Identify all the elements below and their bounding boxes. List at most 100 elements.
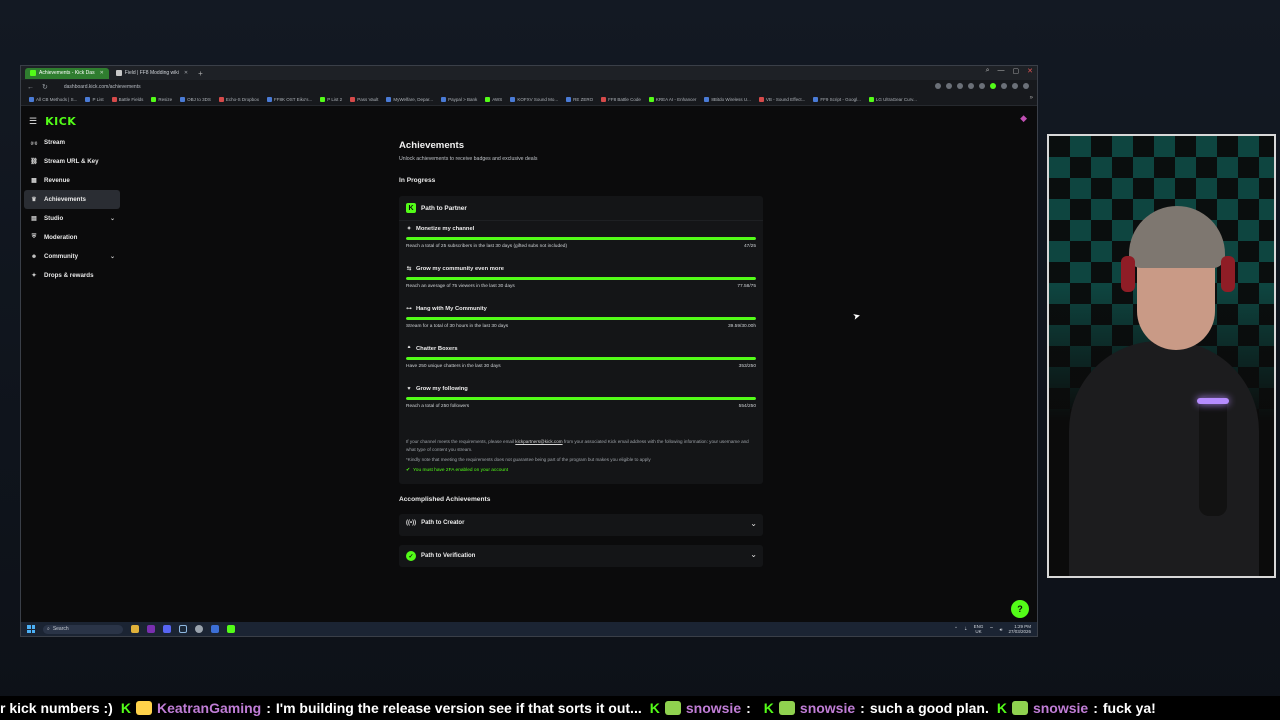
task-title: ⊶ Hang with My Community xyxy=(406,306,487,312)
maximize-icon[interactable]: ▢ xyxy=(1013,67,1020,75)
taskbar-search[interactable]: ⌕ Search xyxy=(43,624,123,634)
bookmark-item[interactable]: Battle Fields xyxy=(111,97,143,102)
chevron-down-icon[interactable]: ⌄ xyxy=(110,215,115,222)
extension-icon[interactable] xyxy=(957,83,963,89)
network-icon[interactable]: ⇣ xyxy=(964,626,968,632)
community-icon: ⇆ xyxy=(406,266,412,272)
windows-start-icon[interactable] xyxy=(27,625,35,633)
bookmark-item[interactable]: Resize xyxy=(151,97,172,102)
bookmark-item[interactable]: Paypal > Bank xyxy=(441,97,477,102)
chevron-down-icon[interactable]: ⌄ xyxy=(110,253,115,260)
discord-icon[interactable] xyxy=(163,625,171,633)
url-field[interactable]: dashboard.kick.com/achievements xyxy=(64,84,141,90)
back-icon[interactable]: ← xyxy=(27,84,34,91)
new-tab-icon[interactable]: + xyxy=(198,69,203,78)
partner-task: ❝ Chatter Boxers Have 250 unique chatters … xyxy=(406,346,756,378)
path-to-creator-card[interactable]: ((•)) Path to Creator ⌄ xyxy=(399,514,763,536)
task-title: ❝ Chatter Boxers xyxy=(406,346,458,352)
progress-bar xyxy=(406,317,756,320)
bookmark-item[interactable]: LG UltraGear Curv... xyxy=(868,97,917,102)
bookmark-label: P List 2 xyxy=(327,97,343,102)
bookmark-item[interactable]: RE ZERO xyxy=(566,97,593,102)
extension-icon[interactable] xyxy=(1001,83,1007,89)
wifi-icon[interactable]: ⌔ xyxy=(989,626,993,632)
shield-icon: ⛨ xyxy=(31,234,37,240)
extension-icon[interactable] xyxy=(979,83,985,89)
file-explorer-icon[interactable] xyxy=(131,625,139,633)
kick-app-icon[interactable] xyxy=(227,625,235,633)
close-tab-icon[interactable]: ✕ xyxy=(100,70,104,76)
user-avatar-icon[interactable]: ◆ xyxy=(1020,113,1027,124)
bookmark-item[interactable]: MyWelfare, Depar... xyxy=(386,97,433,102)
menu-icon[interactable] xyxy=(1023,83,1029,89)
help-chat-icon[interactable]: ? xyxy=(1011,600,1029,618)
extension-icon[interactable] xyxy=(946,83,952,89)
kick-k-icon: K xyxy=(406,203,416,213)
sidebar-item-stream-url-key[interactable]: ⛓ Stream URL & Key xyxy=(24,152,120,171)
bookmark-item[interactable]: Pass Vault xyxy=(350,97,378,102)
bookmark-item[interactable]: AWS xyxy=(485,97,502,102)
ticker-lead-text: r kick numbers :) xyxy=(0,700,113,716)
in-progress-heading: In Progress xyxy=(399,177,436,184)
bookmark-item[interactable]: Echo-S Dropbox xyxy=(218,97,259,102)
chevron-down-icon[interactable]: ⌄ xyxy=(750,519,757,528)
sidebar-item-achievements[interactable]: ♛ Achievements xyxy=(24,190,120,209)
task-title-text: Grow my following xyxy=(416,386,468,392)
bookmark-item[interactable]: P List 2 xyxy=(320,97,342,102)
sparkle-icon: ✦ xyxy=(406,226,412,232)
tray-chevron-up-icon[interactable]: ⌃ xyxy=(954,626,958,632)
chat-colon: : xyxy=(266,700,271,716)
search-tabs-icon[interactable]: ⌕ xyxy=(986,67,990,75)
bookmark-label: Pass Vault xyxy=(357,97,379,102)
bookmark-label: RE ZERO xyxy=(573,97,594,102)
language-indicator[interactable]: ENG UK xyxy=(974,624,984,634)
hamburger-menu-icon[interactable]: ☰ xyxy=(29,116,37,127)
kick-logo[interactable]: KICK xyxy=(45,115,76,128)
tab-achievements[interactable]: Achievements - Kick Das ✕ xyxy=(25,67,109,79)
extension-icon[interactable] xyxy=(968,83,974,89)
kick-extension-icon[interactable] xyxy=(990,83,996,89)
sidebar-item-label: Stream URL & Key xyxy=(44,158,99,165)
sidebar-item-moderation[interactable]: ⛨ Moderation xyxy=(24,228,120,247)
bookmark-item[interactable]: FF8K OST Eiko's... xyxy=(266,97,312,102)
sidebar-item-drops-rewards[interactable]: ✦ Drops & rewards xyxy=(24,266,120,285)
extension-icon[interactable] xyxy=(1012,83,1018,89)
sidebar-item-community[interactable]: ☻ Community ⌄ xyxy=(24,247,120,266)
bookmark-favicon-icon xyxy=(441,97,447,102)
volume-icon[interactable]: 🔊︎ xyxy=(1000,627,1003,632)
close-tab-icon[interactable]: ✕ xyxy=(184,70,188,76)
bookmark-item[interactable]: OBJ to 3DS xyxy=(180,97,211,102)
browser-window: Achievements - Kick Das ✕ Field | FF8 Mo… xyxy=(20,65,1038,637)
minimize-icon[interactable]: — xyxy=(998,67,1005,75)
sidebar-nav: ((•)) Stream ⛓ Stream URL & Key ▦ Revenue ♛ Ach… xyxy=(24,133,120,285)
clock[interactable]: 1:29 PM 27/03/2026 xyxy=(1008,624,1031,634)
bookmark-item[interactable]: FF9 Script - Googl... xyxy=(813,97,861,102)
close-window-icon[interactable]: ✕ xyxy=(1027,67,1033,75)
sidebar-item-revenue[interactable]: ▦ Revenue xyxy=(24,171,120,190)
path-to-verification-card[interactable]: ✓ Path to Verification ⌄ xyxy=(399,545,763,567)
sidebar-item-stream[interactable]: ((•)) Stream xyxy=(24,133,120,152)
chevron-down-icon[interactable]: ⌄ xyxy=(750,550,757,559)
sidebar-item-label: Drops & rewards xyxy=(44,272,94,279)
partner-email-link[interactable]: kickpartners@kick.com xyxy=(515,439,562,444)
bookmark-item[interactable]: FF8 Battle Code xyxy=(601,97,641,102)
reload-icon[interactable]: ↻ xyxy=(42,83,48,91)
obs-icon[interactable] xyxy=(195,625,203,633)
app-icon[interactable] xyxy=(211,625,219,633)
sidebar-item-label: Stream xyxy=(44,139,65,146)
bookmark-item[interactable]: VB - Sound Effect... xyxy=(758,97,805,102)
bookmark-item[interactable]: 8Bitdo Wireless U... xyxy=(704,97,751,102)
extension-icon[interactable] xyxy=(935,83,941,89)
tab-label: Field | FF8 Modding wiki xyxy=(124,70,179,76)
kick-k-icon: K xyxy=(649,700,660,716)
bookmark-item[interactable]: KOFXV Sound Mo... xyxy=(510,97,558,102)
taskbar-apps xyxy=(131,625,235,633)
bookmark-item[interactable]: P List xyxy=(85,97,104,102)
app-icon[interactable] xyxy=(147,625,155,633)
sidebar-item-studio[interactable]: ▤ Studio ⌄ xyxy=(24,209,120,228)
bookmark-item[interactable]: KREA AI - Enhancer xyxy=(648,97,696,102)
more-bookmarks-icon[interactable]: » xyxy=(1030,95,1033,101)
bookmark-item[interactable]: All CB Methods | S... xyxy=(29,97,77,102)
tab-field-wiki[interactable]: Field | FF8 Modding wiki ✕ xyxy=(111,68,193,79)
steam-icon[interactable] xyxy=(179,625,187,633)
